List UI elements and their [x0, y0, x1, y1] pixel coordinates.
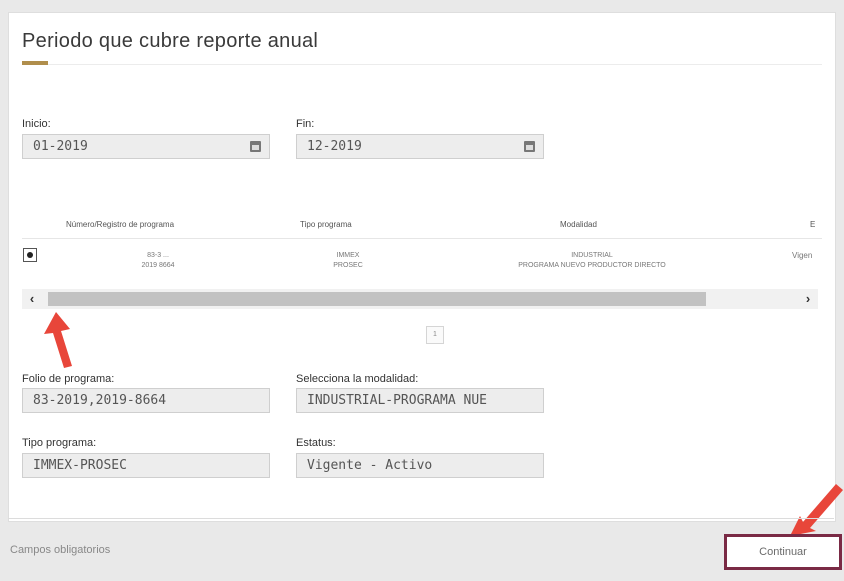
scroll-thumb[interactable] [48, 292, 706, 306]
cell-registro: 83-3 ... 2019 8664 [118, 251, 198, 271]
tipo-label: Tipo programa: [22, 437, 97, 449]
start-label: Inicio: [22, 118, 51, 130]
modalidad-label: Selecciona la modalidad: [296, 373, 419, 385]
scroll-right-icon[interactable]: › [798, 289, 818, 309]
cell-tipo-line1: IMMEX [336, 252, 360, 259]
continue-button[interactable]: Continuar [724, 534, 842, 570]
column-header-estatus[interactable]: E [810, 220, 815, 229]
start-date-field[interactable]: 01-2019 [22, 134, 270, 159]
column-header-registro[interactable]: Número/Registro de programa [66, 220, 174, 229]
cell-modalidad-line1: INDUSTRIAL [571, 252, 613, 259]
folio-label: Folio de programa: [22, 373, 115, 385]
table-header-divider [22, 238, 822, 239]
end-date-field[interactable]: 12-2019 [296, 134, 544, 159]
scroll-left-icon[interactable]: ‹ [22, 289, 42, 309]
page-title: Periodo que cubre reporte anual [22, 30, 319, 52]
start-date-value: 01-2019 [33, 139, 88, 154]
end-date-value: 12-2019 [307, 139, 362, 154]
cell-registro-line1: 83-3 ... [147, 252, 169, 259]
footer-divider [8, 518, 834, 519]
red-arrow-icon [790, 484, 843, 536]
cell-registro-line2: 2019 8664 [141, 262, 175, 269]
required-fields-note: Campos obligatorios [10, 544, 111, 556]
column-header-modalidad[interactable]: Modalidad [560, 220, 597, 229]
red-arrow-icon [44, 312, 72, 368]
cell-modalidad: INDUSTRIAL PROGRAMA NUEVO PRODUCTOR DIRE… [462, 251, 722, 271]
cell-modalidad-line2: PROGRAMA NUEVO PRODUCTOR DIRECTO [518, 262, 666, 269]
estatus-label: Estatus: [296, 437, 336, 449]
title-divider [22, 64, 822, 65]
estatus-field[interactable]: Vigente - Activo [296, 453, 544, 478]
cell-tipo-line2: PROSEC [333, 262, 363, 269]
calendar-icon[interactable] [524, 141, 535, 152]
column-header-tipo[interactable]: Tipo programa [300, 220, 352, 229]
cell-estatus: Vigen [792, 251, 813, 260]
end-label: Fin: [296, 118, 315, 130]
calendar-icon[interactable] [250, 141, 261, 152]
pagination-page-button[interactable]: 1 [426, 326, 444, 344]
title-accent-bar [22, 61, 48, 65]
folio-field[interactable]: 83-2019,2019-8664 [22, 388, 270, 413]
horizontal-scrollbar[interactable]: ‹ › [22, 289, 818, 309]
cell-tipo: IMMEX PROSEC [318, 251, 378, 271]
modalidad-select[interactable]: INDUSTRIAL-PROGRAMA NUE [296, 388, 544, 413]
tipo-field[interactable]: IMMEX-PROSEC [22, 453, 270, 478]
row-select-radio[interactable] [23, 248, 37, 262]
